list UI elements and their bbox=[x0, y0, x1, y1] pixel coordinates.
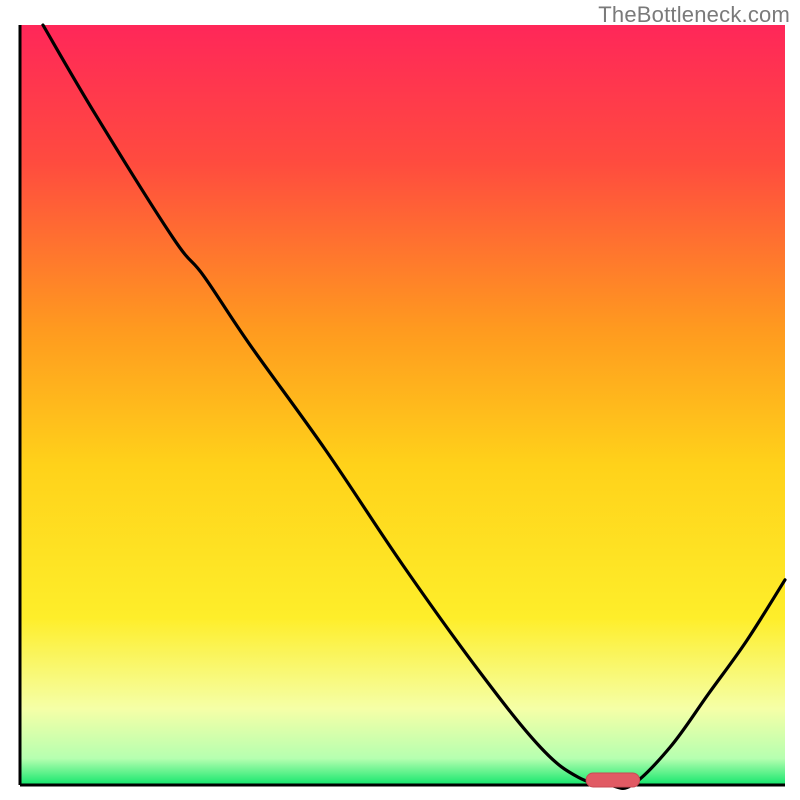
watermark-text: TheBottleneck.com bbox=[598, 2, 790, 28]
bottleneck-chart bbox=[0, 0, 800, 800]
gradient-background bbox=[20, 25, 785, 785]
optimum-marker bbox=[586, 773, 640, 787]
chart-container: TheBottleneck.com bbox=[0, 0, 800, 800]
